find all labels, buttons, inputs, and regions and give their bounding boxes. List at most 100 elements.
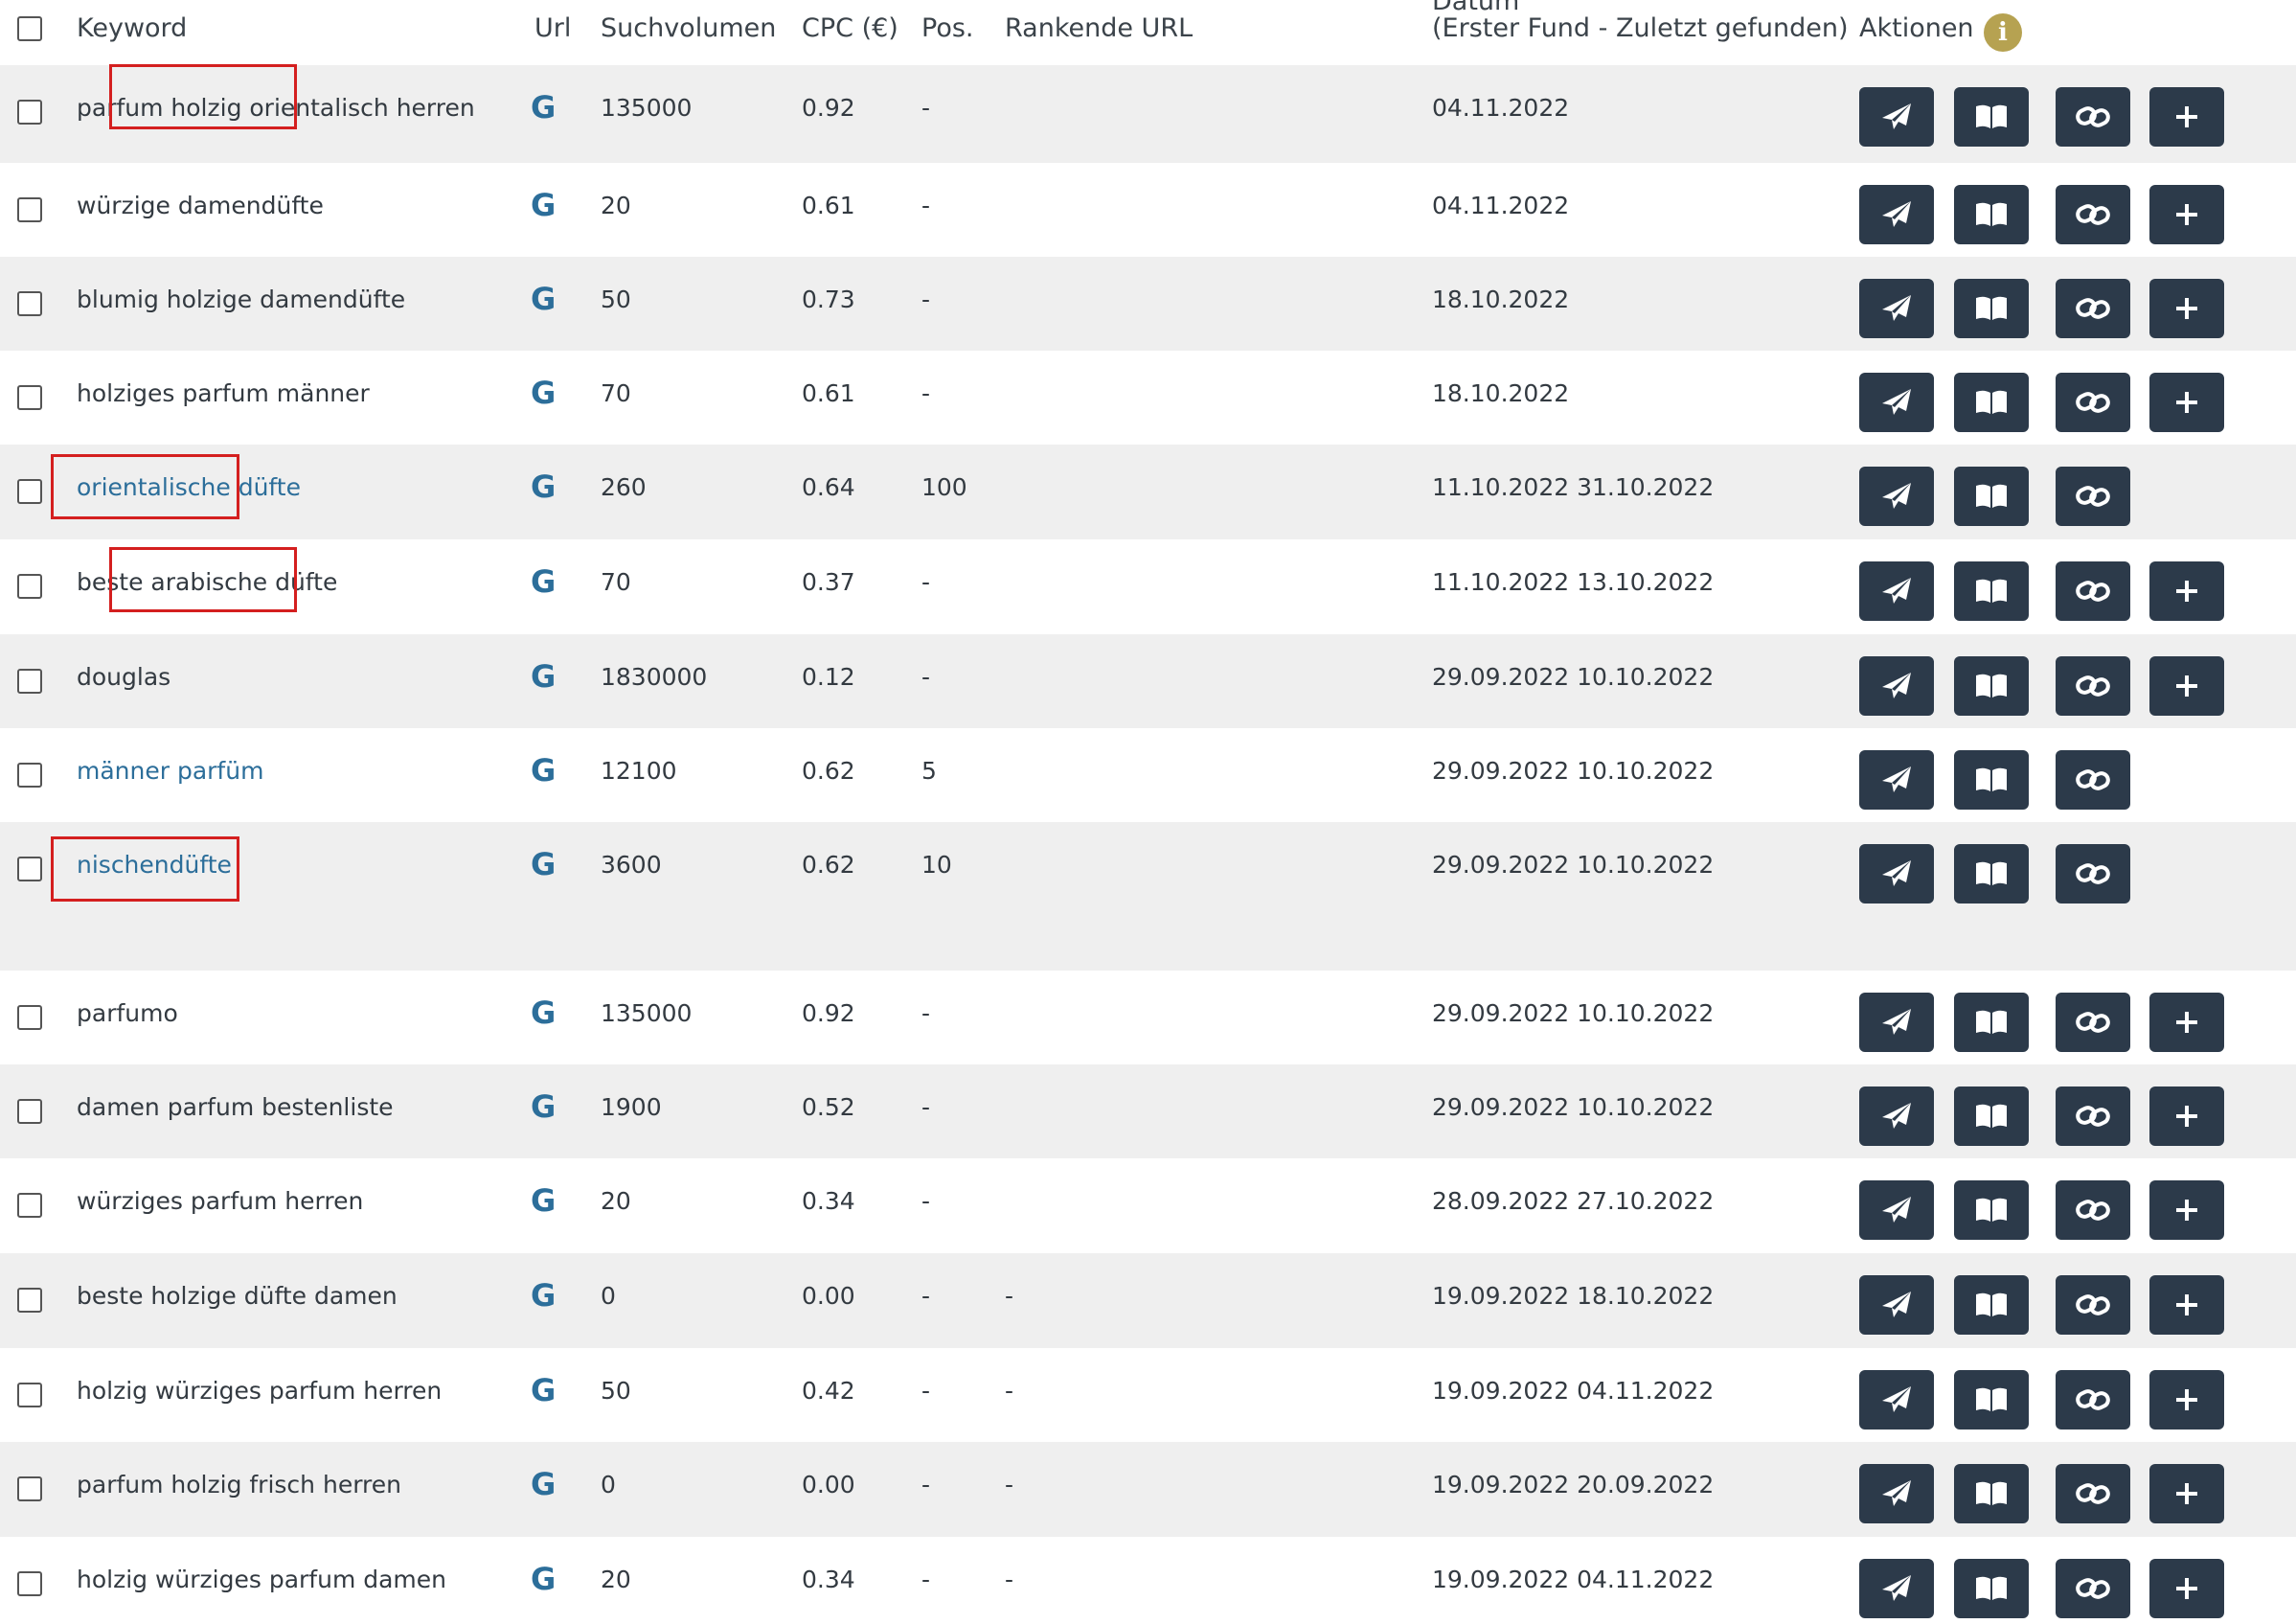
header-ranking-url[interactable]: Rankende URL bbox=[1005, 14, 1193, 43]
header-url[interactable]: Url bbox=[534, 14, 571, 43]
google-g-icon[interactable]: G bbox=[531, 849, 559, 880]
send-button[interactable] bbox=[1859, 750, 1934, 810]
link-button[interactable] bbox=[2056, 656, 2130, 716]
add-button[interactable] bbox=[2149, 373, 2224, 432]
link-button[interactable] bbox=[2056, 279, 2130, 338]
header-position[interactable]: Pos. bbox=[921, 14, 974, 43]
book-button[interactable] bbox=[1954, 279, 2029, 338]
link-button[interactable] bbox=[2056, 185, 2130, 244]
row-checkbox[interactable] bbox=[17, 197, 42, 222]
book-button[interactable] bbox=[1954, 844, 2029, 903]
google-g-icon[interactable]: G bbox=[531, 755, 559, 786]
send-button[interactable] bbox=[1859, 656, 1934, 716]
book-button[interactable] bbox=[1954, 656, 2029, 716]
google-g-icon[interactable]: G bbox=[531, 377, 559, 408]
google-g-icon[interactable]: G bbox=[531, 284, 559, 314]
send-button[interactable] bbox=[1859, 87, 1934, 147]
link-button[interactable] bbox=[2056, 373, 2130, 432]
row-checkbox[interactable] bbox=[17, 763, 42, 788]
add-button[interactable] bbox=[2149, 993, 2224, 1052]
row-checkbox[interactable] bbox=[17, 1571, 42, 1596]
book-button[interactable] bbox=[1954, 467, 2029, 526]
row-checkbox[interactable] bbox=[17, 1383, 42, 1407]
row-checkbox[interactable] bbox=[17, 1288, 42, 1313]
row-checkbox[interactable] bbox=[17, 857, 42, 881]
info-icon[interactable]: i bbox=[1984, 13, 2022, 52]
link-button[interactable] bbox=[2056, 1275, 2130, 1335]
google-g-icon[interactable]: G bbox=[531, 566, 559, 597]
send-button[interactable] bbox=[1859, 561, 1934, 621]
row-checkbox[interactable] bbox=[17, 1005, 42, 1030]
send-button[interactable] bbox=[1859, 844, 1934, 903]
add-button[interactable] bbox=[2149, 1180, 2224, 1240]
google-g-icon[interactable]: G bbox=[531, 1375, 559, 1406]
link-button[interactable] bbox=[2056, 561, 2130, 621]
book-button[interactable] bbox=[1954, 185, 2029, 244]
header-date[interactable]: (Erster Fund - Zuletzt gefunden) bbox=[1432, 14, 1849, 43]
google-g-icon[interactable]: G bbox=[531, 661, 559, 692]
book-button[interactable] bbox=[1954, 373, 2029, 432]
send-button[interactable] bbox=[1859, 1180, 1934, 1240]
link-button[interactable] bbox=[2056, 750, 2130, 810]
row-checkbox[interactable] bbox=[17, 1099, 42, 1124]
book-button[interactable] bbox=[1954, 87, 2029, 147]
row-checkbox[interactable] bbox=[17, 385, 42, 410]
link-button[interactable] bbox=[2056, 844, 2130, 903]
row-checkbox[interactable] bbox=[17, 291, 42, 316]
add-button[interactable] bbox=[2149, 656, 2224, 716]
send-button[interactable] bbox=[1859, 1464, 1934, 1523]
add-button[interactable] bbox=[2149, 561, 2224, 621]
send-button[interactable] bbox=[1859, 185, 1934, 244]
row-checkbox[interactable] bbox=[17, 669, 42, 694]
add-button[interactable] bbox=[2149, 1275, 2224, 1335]
google-g-icon[interactable]: G bbox=[531, 997, 559, 1028]
add-button[interactable] bbox=[2149, 1086, 2224, 1146]
book-button[interactable] bbox=[1954, 750, 2029, 810]
send-button[interactable] bbox=[1859, 1559, 1934, 1618]
add-button[interactable] bbox=[2149, 87, 2224, 147]
send-button[interactable] bbox=[1859, 467, 1934, 526]
row-checkbox[interactable] bbox=[17, 479, 42, 504]
header-volume[interactable]: Suchvolumen bbox=[601, 14, 776, 43]
book-button[interactable] bbox=[1954, 993, 2029, 1052]
book-button[interactable] bbox=[1954, 1180, 2029, 1240]
link-button[interactable] bbox=[2056, 1464, 2130, 1523]
google-g-icon[interactable]: G bbox=[531, 1280, 559, 1311]
link-button[interactable] bbox=[2056, 467, 2130, 526]
send-button[interactable] bbox=[1859, 993, 1934, 1052]
link-button[interactable] bbox=[2056, 1559, 2130, 1618]
link-button[interactable] bbox=[2056, 1086, 2130, 1146]
header-cpc[interactable]: CPC (€) bbox=[802, 14, 898, 43]
header-keyword[interactable]: Keyword bbox=[77, 14, 187, 43]
keyword-cell[interactable]: männer parfüm bbox=[77, 757, 263, 786]
google-g-icon[interactable]: G bbox=[531, 1091, 559, 1122]
link-button[interactable] bbox=[2056, 1370, 2130, 1430]
book-button[interactable] bbox=[1954, 1275, 2029, 1335]
google-g-icon[interactable]: G bbox=[531, 1564, 559, 1594]
send-button[interactable] bbox=[1859, 1275, 1934, 1335]
link-button[interactable] bbox=[2056, 1180, 2130, 1240]
book-button[interactable] bbox=[1954, 1086, 2029, 1146]
row-checkbox[interactable] bbox=[17, 1193, 42, 1218]
add-button[interactable] bbox=[2149, 279, 2224, 338]
row-checkbox[interactable] bbox=[17, 100, 42, 125]
link-button[interactable] bbox=[2056, 993, 2130, 1052]
book-button[interactable] bbox=[1954, 1559, 2029, 1618]
add-button[interactable] bbox=[2149, 1559, 2224, 1618]
link-button[interactable] bbox=[2056, 87, 2130, 147]
select-all-checkbox[interactable] bbox=[17, 16, 42, 41]
keyword-cell[interactable]: orientalische düfte bbox=[77, 473, 301, 502]
send-button[interactable] bbox=[1859, 373, 1934, 432]
send-button[interactable] bbox=[1859, 1086, 1934, 1146]
book-button[interactable] bbox=[1954, 561, 2029, 621]
book-button[interactable] bbox=[1954, 1370, 2029, 1430]
google-g-icon[interactable]: G bbox=[531, 1469, 559, 1499]
send-button[interactable] bbox=[1859, 1370, 1934, 1430]
book-button[interactable] bbox=[1954, 1464, 2029, 1523]
row-checkbox[interactable] bbox=[17, 1476, 42, 1501]
google-g-icon[interactable]: G bbox=[531, 471, 559, 502]
google-g-icon[interactable]: G bbox=[531, 190, 559, 220]
keyword-cell[interactable]: nischendüfte bbox=[77, 851, 232, 880]
google-g-icon[interactable]: G bbox=[531, 92, 559, 123]
add-button[interactable] bbox=[2149, 185, 2224, 244]
